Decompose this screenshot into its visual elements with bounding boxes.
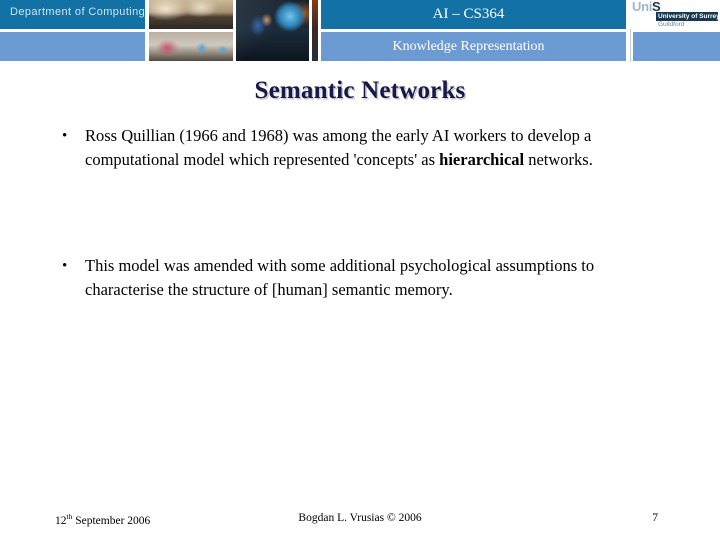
bullet-segment: This model was amended with some additio… — [85, 256, 595, 299]
page-title: Semantic Networks — [254, 77, 466, 104]
university-name-label: University of Surrey — [656, 12, 718, 21]
university-logo: UniS University of Surrey Guildford — [630, 0, 720, 29]
header-band-light-logo — [633, 32, 720, 61]
footer-author: Bogdan L. Vrusias © 2006 — [298, 512, 422, 524]
computer-lab-photo — [149, 32, 233, 61]
footer-page-number: 7 — [652, 512, 658, 524]
slide-footer: 12th September 2006 Bogdan L. Vrusias © … — [0, 512, 720, 532]
computer-lab-image — [149, 32, 233, 61]
header-band-dark-left: Department of Computing — [0, 0, 145, 29]
lecture-hall-image — [149, 0, 233, 29]
bullet-marker-icon: • — [62, 258, 68, 274]
bullet-marker-icon: • — [62, 128, 68, 144]
course-code-label: AI – CS364 — [432, 6, 505, 22]
bullet-item: • This model was amended with some addit… — [55, 254, 675, 302]
lecture-hall-photo — [149, 0, 233, 29]
header-band-light-left — [0, 32, 145, 61]
university-town-label: Guildford — [658, 21, 685, 28]
bullet-text: Ross Quillian (1966 and 1968) was among … — [85, 124, 675, 172]
students-at-laptop-photo — [236, 0, 309, 61]
bullet-item: • Ross Quillian (1966 and 1968) was amon… — [55, 124, 675, 172]
department-label: Department of Computing — [10, 6, 146, 18]
slide-body: • Ross Quillian (1966 and 1968) was amon… — [55, 124, 675, 302]
bullet-text: This model was amended with some additio… — [85, 254, 675, 302]
slide-header: Department of Computing AI – CS364 Knowl… — [0, 0, 720, 62]
bullet-segment-bold: hierarchical — [439, 150, 525, 169]
subject-label: Knowledge Representation — [392, 38, 545, 54]
students-at-laptop-image — [236, 0, 309, 61]
unis-wordmark-uni: Uni — [632, 0, 653, 14]
bullet-segment: networks. — [524, 150, 593, 169]
